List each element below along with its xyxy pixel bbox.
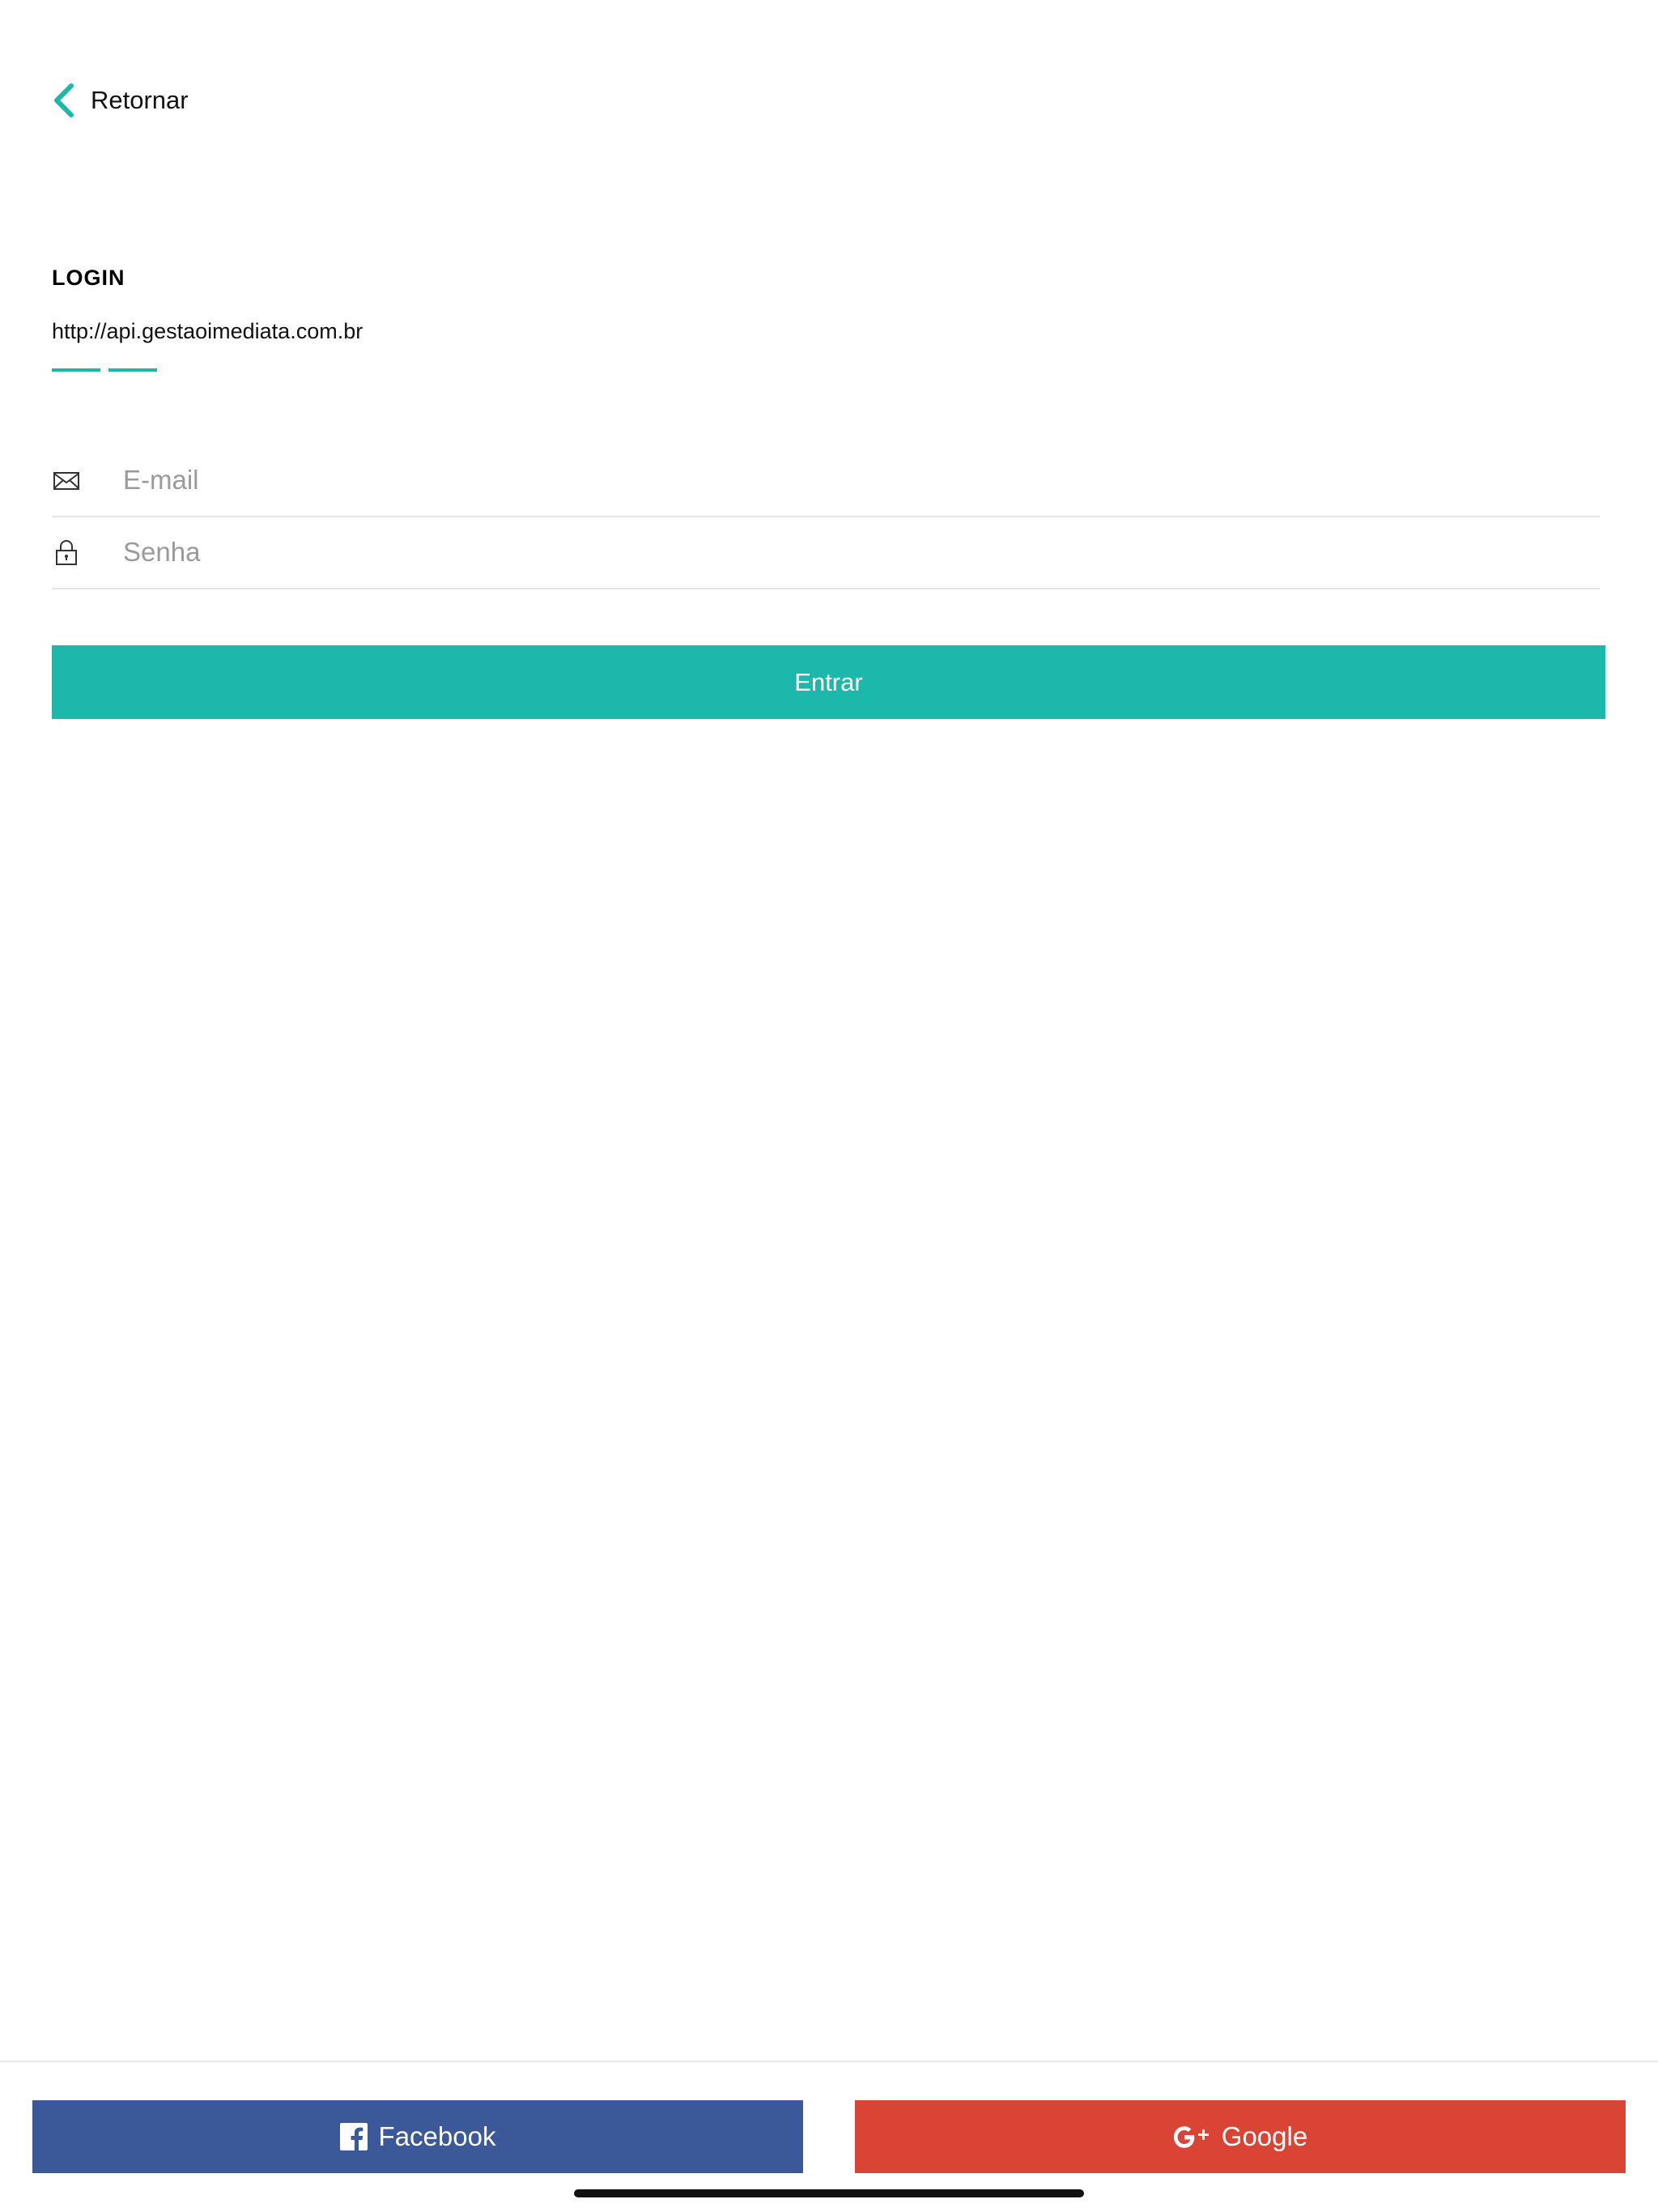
lock-icon [56, 540, 77, 565]
api-url-text: http://api.gestaoimediata.com.br [52, 319, 363, 343]
facebook-login-button[interactable]: Facebook [32, 2100, 803, 2173]
password-input[interactable] [123, 528, 1600, 576]
footer-divider [0, 2061, 1658, 2062]
login-button[interactable]: Entrar [52, 645, 1605, 719]
email-input[interactable] [123, 456, 1600, 504]
facebook-icon [339, 2123, 368, 2150]
password-field-row [52, 517, 1600, 589]
accent-divider [52, 368, 100, 372]
google-label: Google [1221, 2121, 1308, 2151]
page-title: LOGIN [52, 266, 125, 290]
back-label: Retornar [91, 86, 189, 114]
envelope-icon [53, 472, 79, 490]
email-field-row [52, 445, 1600, 517]
back-button[interactable]: Retornar [52, 81, 189, 120]
home-indicator[interactable] [574, 2189, 1084, 2197]
google-login-button[interactable]: Google [855, 2100, 1626, 2173]
chevron-left-icon [54, 83, 74, 117]
google-plus-icon [1173, 2126, 1209, 2148]
facebook-label: Facebook [378, 2121, 496, 2151]
accent-divider [108, 368, 157, 372]
